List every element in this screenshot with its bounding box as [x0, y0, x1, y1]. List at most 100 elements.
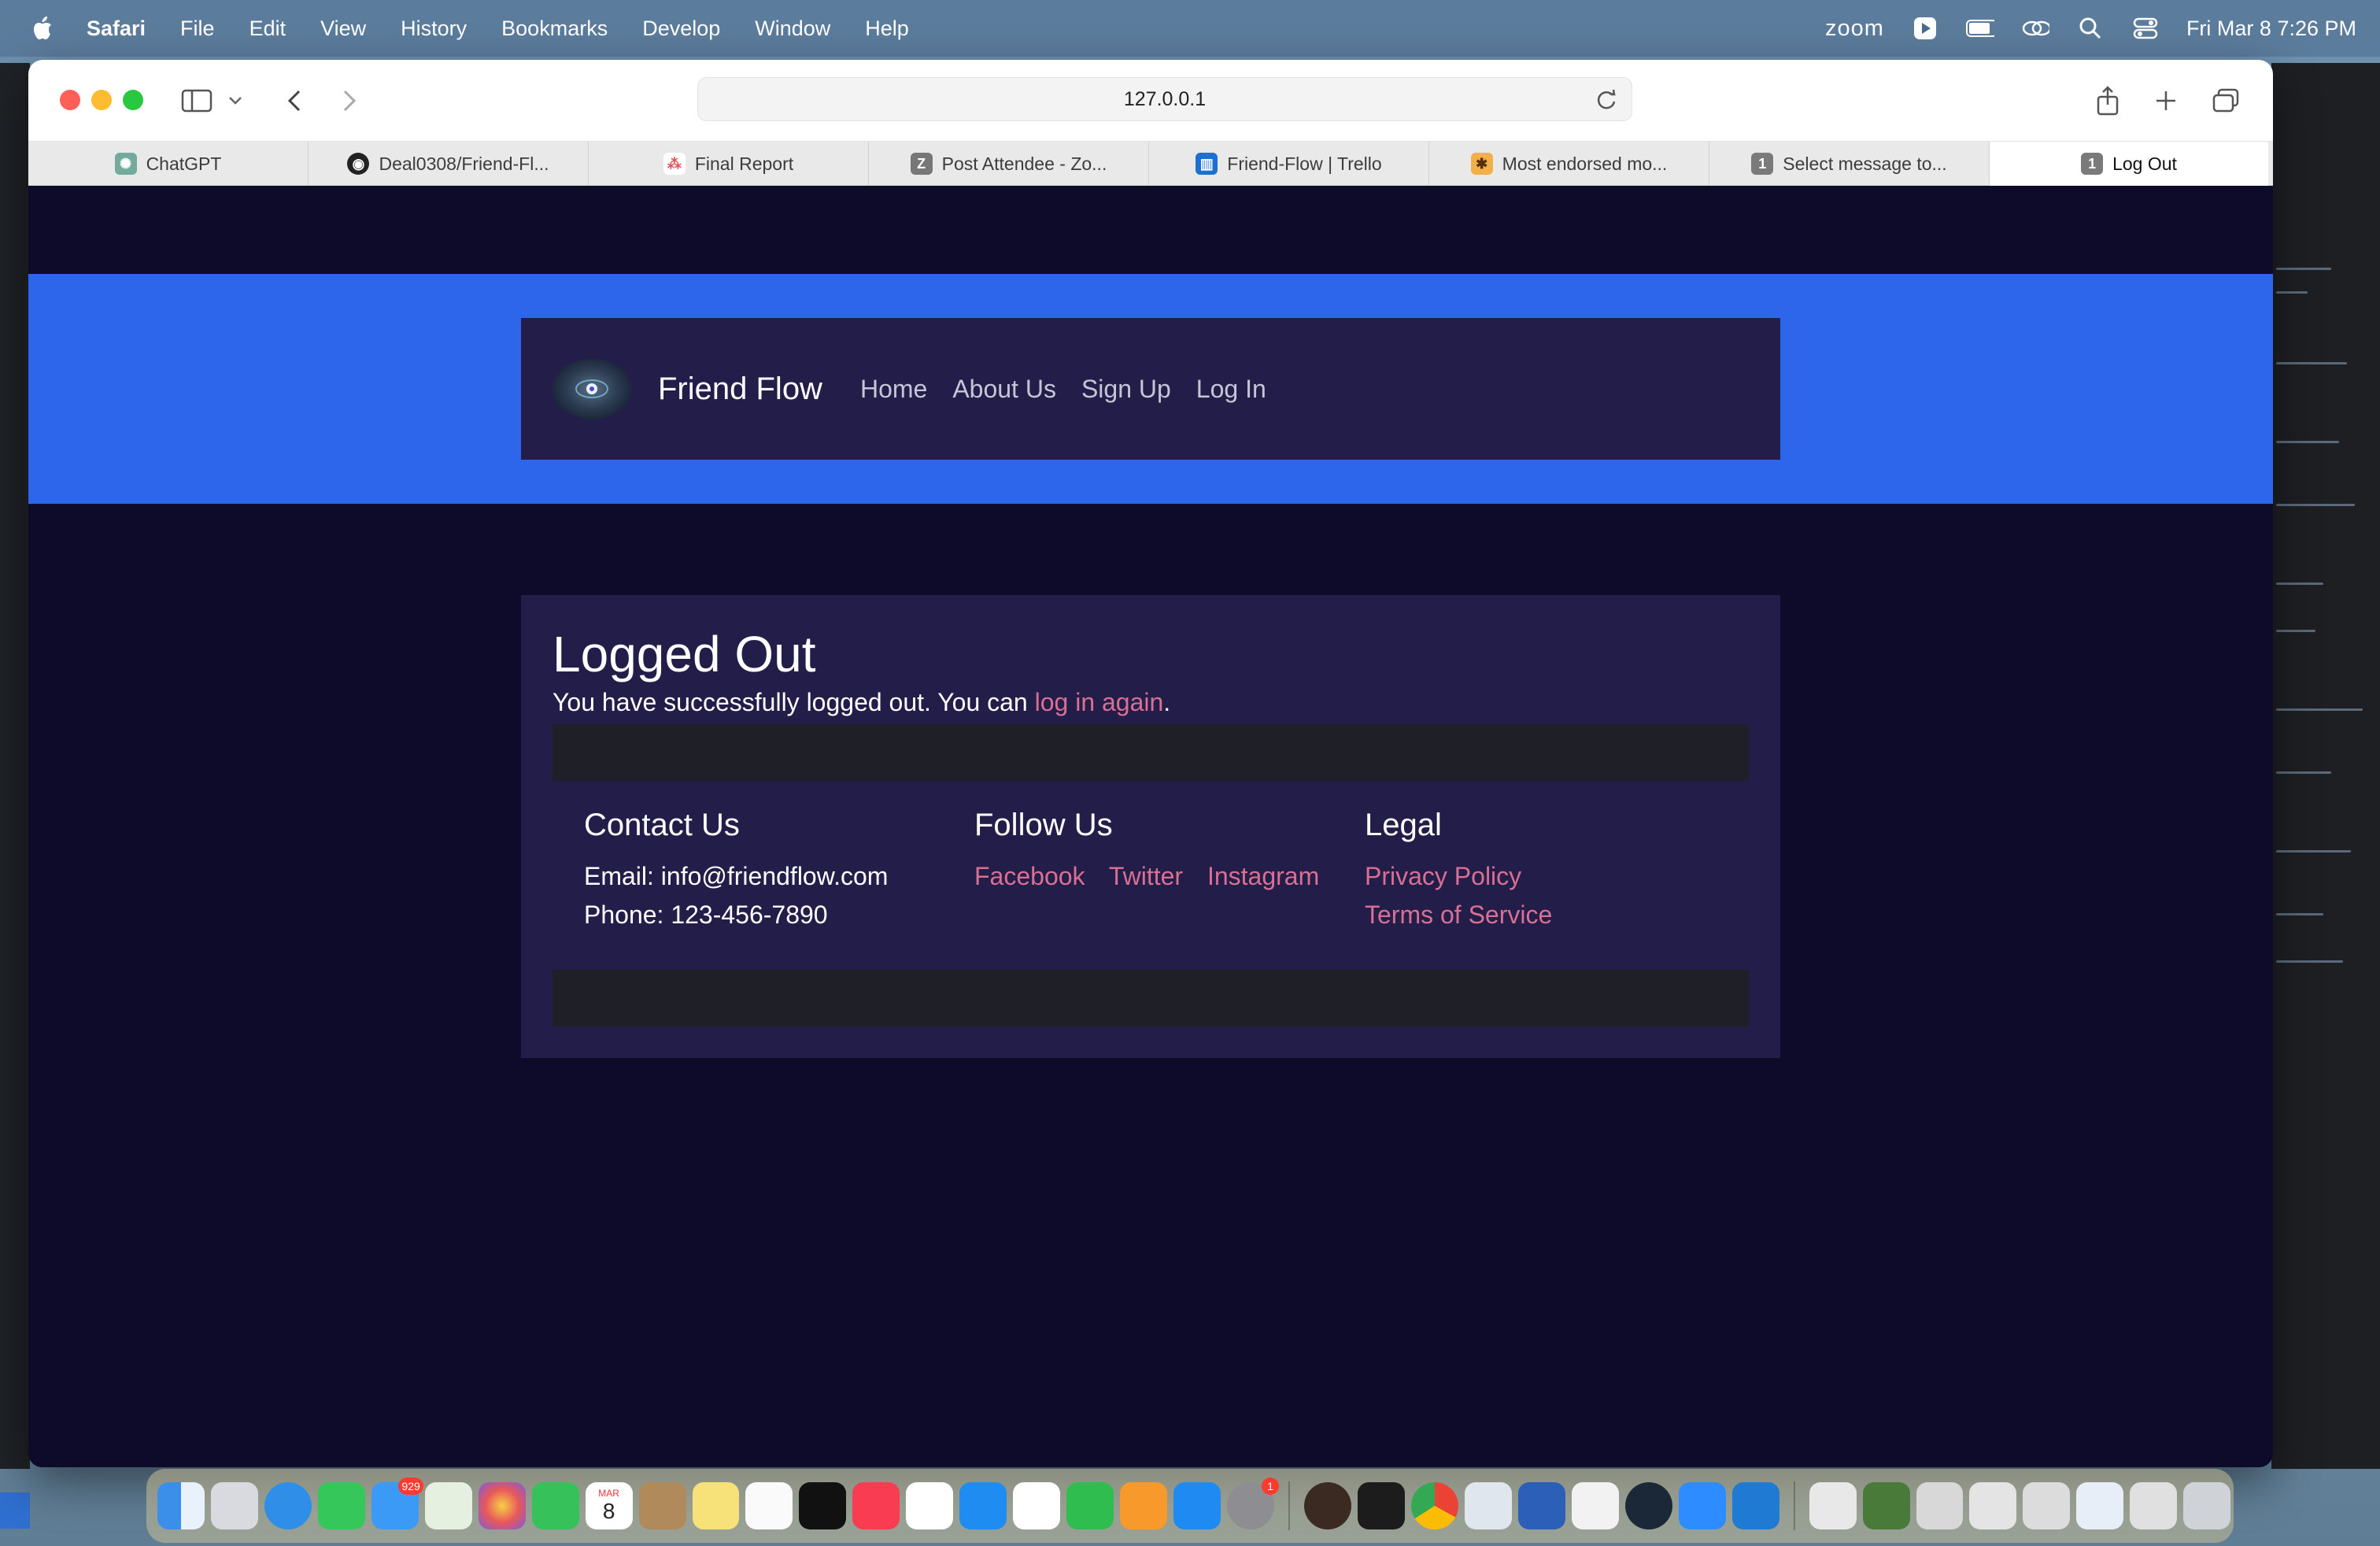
reminders-icon[interactable]	[1013, 1482, 1061, 1529]
tab-post-attendee[interactable]: Z Post Attendee - Zo...	[869, 142, 1149, 186]
terms-of-service-link[interactable]: Terms of Service	[1365, 896, 1552, 934]
chevron-down-icon[interactable]	[224, 83, 247, 118]
downloads-stack-icon[interactable]	[1809, 1482, 1857, 1529]
zoom-menu-extra[interactable]: zoom	[1825, 16, 1884, 42]
calendar-month: MAR	[598, 1488, 619, 1499]
maps-icon[interactable]	[424, 1482, 472, 1529]
recent-window-icon[interactable]	[1862, 1482, 1910, 1529]
nav-home[interactable]: Home	[860, 375, 927, 404]
address-bar[interactable]: 127.0.0.1	[697, 77, 1632, 121]
fullscreen-window-button[interactable]	[123, 90, 143, 110]
screen-mirroring-icon[interactable]	[2021, 14, 2049, 43]
menu-window[interactable]: Window	[755, 17, 830, 41]
screen-record-icon[interactable]	[1911, 14, 1939, 43]
system-settings-icon[interactable]: 1	[1227, 1478, 1280, 1529]
menu-history[interactable]: History	[401, 17, 467, 41]
spotlight-search-icon[interactable]	[2076, 14, 2105, 43]
game-app-icon[interactable]	[1304, 1482, 1351, 1529]
close-window-button[interactable]	[60, 90, 80, 110]
notes-icon[interactable]	[692, 1482, 740, 1529]
safari-icon[interactable]	[264, 1482, 312, 1529]
vscode-icon[interactable]	[1731, 1482, 1779, 1529]
nav-sign-up[interactable]: Sign Up	[1081, 375, 1171, 404]
menu-edit[interactable]: Edit	[249, 17, 286, 41]
news-icon[interactable]	[906, 1482, 954, 1529]
chatgpt-icon: ✺	[114, 153, 137, 175]
messages-icon[interactable]	[317, 1482, 365, 1529]
tab-github[interactable]: ◉ Deal0308/Friend-Fl...	[309, 142, 589, 186]
tab-trello[interactable]: ▥ Friend-Flow | Trello	[1149, 142, 1429, 186]
terminal-icon[interactable]	[1357, 1482, 1405, 1529]
nav-about-us[interactable]: About Us	[952, 375, 1056, 404]
menu-develop[interactable]: Develop	[642, 17, 720, 41]
brand-name[interactable]: Friend Flow	[658, 372, 822, 407]
menu-bookmarks[interactable]: Bookmarks	[501, 17, 608, 41]
tab-final-report[interactable]: ⁂ Final Report	[589, 142, 869, 186]
clock[interactable]: Fri Mar 8 7:26 PM	[2186, 17, 2356, 41]
instagram-link[interactable]: Instagram	[1207, 862, 1319, 890]
sidebar-toggle-icon[interactable]	[179, 83, 214, 118]
back-arrow-icon[interactable]	[277, 83, 312, 118]
menu-bar: Safari File Edit View History Bookmarks …	[0, 0, 2380, 57]
chrome-icon[interactable]	[1410, 1482, 1458, 1529]
number-icon: 1	[1751, 153, 1774, 175]
music-icon[interactable]	[852, 1482, 900, 1529]
privacy-policy-link[interactable]: Privacy Policy	[1365, 857, 1552, 896]
share-icon[interactable]	[2090, 83, 2125, 118]
freeform-icon[interactable]	[745, 1482, 793, 1529]
menu-view[interactable]: View	[320, 17, 366, 41]
steam-icon[interactable]	[1624, 1482, 1672, 1529]
photos-icon[interactable]	[478, 1482, 526, 1529]
friend-flow-logo-icon[interactable]	[552, 358, 631, 420]
editor-code-line	[2276, 504, 2355, 506]
minimize-window-button[interactable]	[91, 90, 112, 110]
legal-title: Legal	[1365, 808, 1442, 842]
word-icon[interactable]	[1517, 1482, 1565, 1529]
apple-menu-icon[interactable]	[30, 13, 61, 44]
calendar-icon[interactable]: MAR 8	[585, 1482, 633, 1529]
finder-icon[interactable]	[157, 1482, 205, 1529]
dock-separator	[1793, 1481, 1795, 1530]
footer-contact: Contact Us Email: info@friendflow.com Ph…	[584, 808, 888, 934]
forward-arrow-icon[interactable]	[332, 83, 367, 118]
recent-window-icon[interactable]	[2130, 1482, 2178, 1529]
apple-tv-icon[interactable]	[799, 1482, 847, 1529]
web-page: Friend Flow Home About Us Sign Up Log In…	[28, 186, 2273, 1467]
editor-code-line	[2276, 583, 2323, 585]
tab-chatgpt[interactable]: ✺ ChatGPT	[28, 142, 309, 186]
launchpad-icon[interactable]	[210, 1482, 258, 1529]
mail-icon[interactable]: 929	[371, 1478, 423, 1529]
keynote-icon[interactable]	[959, 1482, 1007, 1529]
tab-overview-icon[interactable]	[2208, 83, 2243, 118]
tab-log-out[interactable]: 1 Log Out	[1990, 142, 2268, 186]
media-player-icon[interactable]	[1571, 1482, 1619, 1529]
menu-file[interactable]: File	[180, 17, 215, 41]
twitter-link[interactable]: Twitter	[1109, 862, 1183, 890]
message-text: You have successfully logged out. You ca…	[552, 688, 1035, 716]
recent-window-icon[interactable]	[1969, 1482, 2017, 1529]
pages-icon[interactable]	[1120, 1482, 1168, 1529]
numbers-icon[interactable]	[1066, 1482, 1114, 1529]
trash-icon[interactable]	[2183, 1482, 2231, 1529]
tab-most-endorsed[interactable]: ✱ Most endorsed mo...	[1429, 142, 1709, 186]
recent-window-icon[interactable]	[1916, 1482, 1964, 1529]
contacts-icon[interactable]	[638, 1482, 686, 1529]
recent-window-icon[interactable]	[2076, 1482, 2124, 1529]
menu-help[interactable]: Help	[865, 17, 909, 41]
new-tab-icon[interactable]	[2149, 83, 2183, 118]
recent-window-icon[interactable]	[2023, 1482, 2071, 1529]
facetime-icon[interactable]	[531, 1482, 579, 1529]
log-in-again-link[interactable]: log in again	[1035, 688, 1164, 716]
battery-icon[interactable]	[1965, 14, 1994, 43]
tab-select-message[interactable]: 1 Select message to...	[1709, 142, 1990, 186]
facebook-link[interactable]: Facebook	[974, 862, 1085, 890]
app-store-icon[interactable]	[1173, 1482, 1221, 1529]
preview-icon[interactable]	[1464, 1482, 1512, 1529]
menu-app-safari[interactable]: Safari	[87, 17, 146, 41]
nav-log-in[interactable]: Log In	[1196, 375, 1266, 404]
tab-bar: ✺ ChatGPT ◉ Deal0308/Friend-Fl... ⁂ Fina…	[28, 142, 2273, 186]
editor-code-line	[2276, 708, 2363, 711]
reload-icon[interactable]	[1592, 86, 1621, 114]
control-center-icon[interactable]	[2131, 14, 2160, 43]
zoom-app-icon[interactable]	[1678, 1482, 1726, 1529]
